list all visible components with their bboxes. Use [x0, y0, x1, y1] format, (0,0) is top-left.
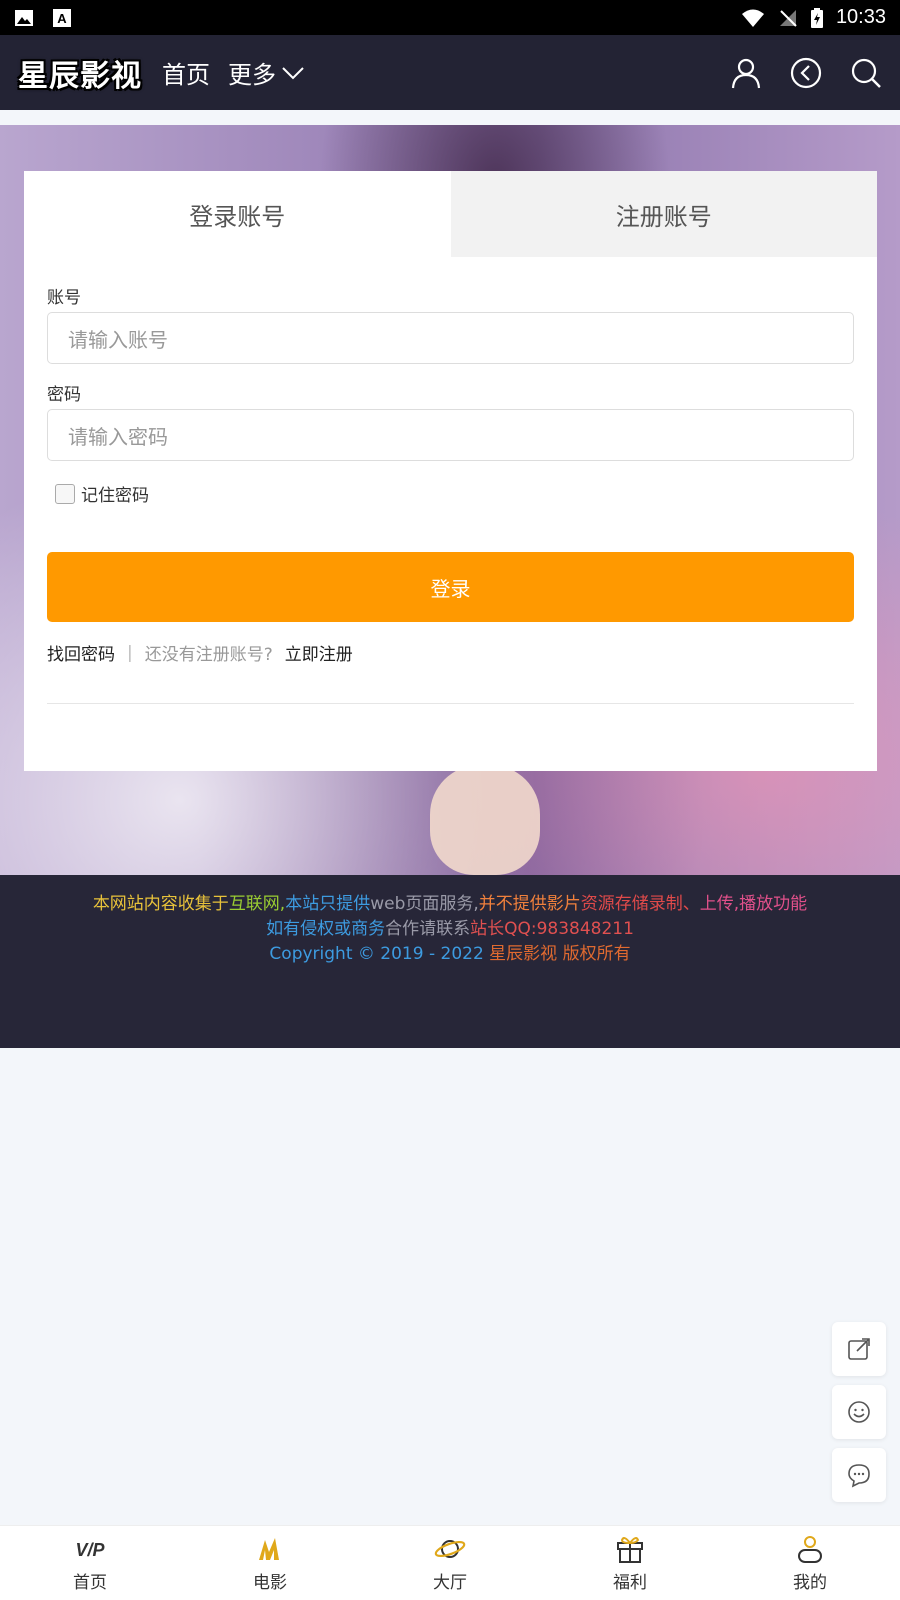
footer-text-segment: 站长QQ:983848211: [470, 919, 634, 939]
footer-text-segment: 上传,播放功能: [699, 894, 808, 914]
remember-label: 记住密码: [81, 486, 149, 506]
login-form: 账号 请输入账号 密码 请输入密码 记住密码 登录 找回密码 | 还没有注册账号…: [24, 283, 877, 704]
top-navbar: 星辰影视 首页 更多: [0, 35, 900, 110]
svg-text:V/P: V/P: [75, 1540, 105, 1560]
chat-button[interactable]: [832, 1448, 886, 1502]
status-bar: A 10:33: [0, 0, 900, 35]
battery-charging-icon: [810, 7, 823, 28]
login-links: 找回密码 | 还没有注册账号? 立即注册: [47, 640, 854, 666]
footer-copyright: Copyright © 2019 - 2022 星辰影视 版权所有: [0, 942, 900, 967]
footer-text-segment: 星辰影视 版权所有: [489, 944, 631, 964]
history-icon[interactable]: [790, 57, 822, 89]
site-logo[interactable]: 星辰影视: [18, 51, 142, 95]
search-icon[interactable]: [850, 57, 882, 89]
nav-home[interactable]: 首页: [162, 55, 210, 90]
login-button[interactable]: 登录: [47, 552, 854, 622]
tabbar-item-movie[interactable]: 电影: [180, 1526, 360, 1600]
remember-password[interactable]: 记住密码: [55, 481, 854, 506]
tabbar-label: 我的: [793, 1572, 827, 1593]
wifi-icon: [741, 9, 764, 27]
register-now-link[interactable]: 立即注册: [285, 640, 353, 665]
tabbar-item-home[interactable]: V/P 首页: [0, 1526, 180, 1600]
profile-icon: [798, 1535, 822, 1563]
tabbar-label: 电影: [253, 1572, 287, 1593]
tabbar-item-welfare[interactable]: 福利: [540, 1526, 720, 1600]
tabbar-label: 大厅: [433, 1572, 467, 1593]
footer-text-segment: 资源存储录制、: [580, 894, 700, 914]
chevron-down-icon: [282, 66, 304, 79]
user-icon[interactable]: [730, 57, 762, 89]
movie-icon: [259, 1537, 279, 1560]
login-panel: 登录账号 注册账号 账号 请输入账号 密码 请输入密码 记住密码 登录 找回密码…: [24, 171, 877, 771]
footer-text-segment: 合作请联系: [385, 919, 471, 939]
footer-disclaimer: 本网站内容收集于互联网,本站只提供web页面服务,并不提供影片资源存储录制、上传…: [0, 892, 900, 917]
share-icon: [848, 1338, 870, 1360]
planet-icon: [434, 1539, 466, 1558]
chat-icon: [848, 1464, 870, 1488]
vip-icon: V/P: [75, 1540, 105, 1560]
banner-decoration: [430, 765, 540, 875]
smile-icon: [848, 1401, 870, 1423]
remember-checkbox[interactable]: [55, 483, 75, 504]
bottom-tab-bar: V/P 首页 电影 大厅 福利 我的: [0, 1525, 900, 1600]
password-label: 密码: [47, 385, 81, 405]
tabbar-item-hall[interactable]: 大厅: [360, 1526, 540, 1600]
gift-icon: [617, 1536, 643, 1563]
feedback-button[interactable]: [832, 1385, 886, 1439]
footer-text-segment: web页面服务,: [370, 894, 479, 914]
nav-more-dropdown[interactable]: 更多: [228, 55, 304, 90]
divider: [47, 703, 854, 704]
image-icon: [15, 9, 33, 26]
clock-time: 10:33: [835, 6, 886, 28]
svg-text:A: A: [57, 11, 67, 26]
tab-register[interactable]: 注册账号: [450, 171, 877, 257]
no-account-text: 还没有注册账号?: [144, 645, 273, 665]
password-input[interactable]: 请输入密码: [47, 409, 854, 461]
tabbar-label: 首页: [73, 1572, 107, 1593]
nav-more-label: 更多: [228, 61, 276, 89]
site-footer: 本网站内容收集于互联网,本站只提供web页面服务,并不提供影片资源存储录制、上传…: [0, 875, 900, 1048]
footer-text-segment: Copyright © 2019 - 2022: [269, 944, 490, 964]
no-signal-icon: [779, 9, 797, 27]
a-icon: A: [53, 8, 71, 27]
share-button[interactable]: [832, 1322, 886, 1376]
footer-text-segment: 互联网,: [228, 894, 286, 914]
account-label: 账号: [47, 288, 81, 308]
tabbar-item-mine[interactable]: 我的: [720, 1526, 900, 1600]
account-input[interactable]: 请输入账号: [47, 312, 854, 364]
tabbar-label: 福利: [613, 1572, 647, 1593]
footer-contact: 如有侵权或商务合作请联系站长QQ:983848211: [0, 917, 900, 942]
footer-text-segment: 本站只提供: [285, 894, 371, 914]
forgot-password-link[interactable]: 找回密码: [47, 640, 115, 665]
footer-text-segment: 并不提供影片: [478, 894, 581, 914]
tab-login[interactable]: 登录账号: [24, 171, 451, 257]
footer-text-segment: 如有侵权或商务: [266, 919, 386, 939]
footer-text-segment: 本网站内容收集于: [92, 894, 229, 914]
link-separator: |: [127, 642, 133, 663]
